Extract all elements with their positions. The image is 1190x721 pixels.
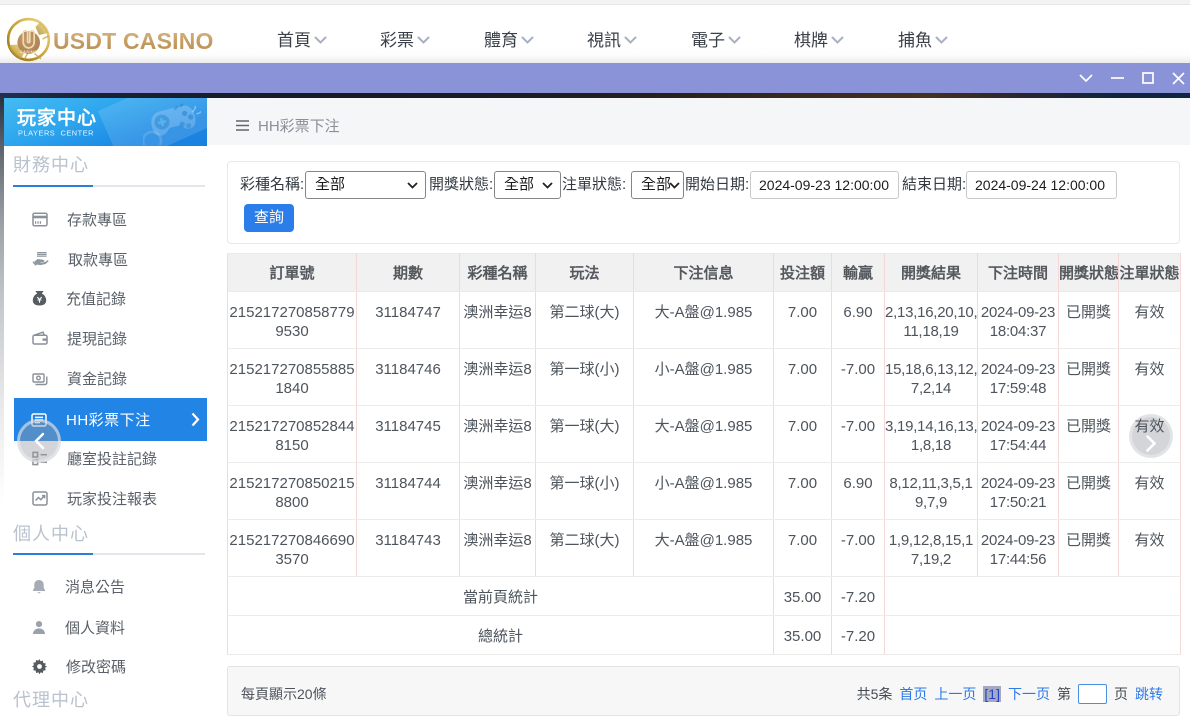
- svg-text:CASINO: CASINO: [20, 49, 38, 54]
